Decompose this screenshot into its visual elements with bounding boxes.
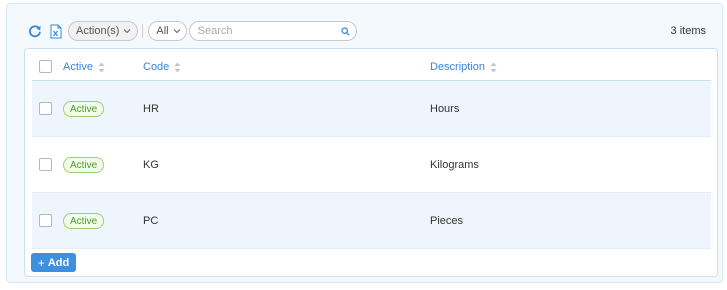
column-header-label: Code — [143, 61, 170, 73]
description-cell: Kilograms — [430, 159, 479, 171]
sort-icon — [490, 62, 497, 73]
row-checkbox[interactable] — [39, 214, 52, 227]
units-panel: Action(s) All 3 items Active — [6, 3, 723, 283]
sort-icon — [174, 62, 181, 73]
code-cell: KG — [143, 159, 159, 171]
table-row[interactable]: Active HR Hours — [32, 81, 711, 137]
select-all-checkbox[interactable] — [39, 60, 52, 73]
filter-select[interactable]: All — [148, 21, 187, 41]
add-label: Add — [47, 256, 70, 269]
toolbar-divider — [142, 24, 144, 38]
refresh-icon[interactable] — [27, 23, 43, 39]
column-header-code[interactable]: Code — [143, 53, 181, 81]
active-cell: Active — [63, 193, 105, 249]
row-checkbox[interactable] — [39, 102, 52, 115]
code-cell: HR — [143, 103, 159, 115]
status-badge: Active — [63, 101, 105, 117]
actions-label: Action(s) — [76, 25, 120, 37]
filter-value: All — [156, 25, 169, 37]
table-row[interactable]: Active PC Pieces — [32, 193, 711, 249]
toolbar: Action(s) All 3 items — [27, 20, 706, 42]
column-header-label: Description — [430, 61, 486, 73]
code-cell: PC — [143, 215, 159, 227]
search-input[interactable] — [197, 25, 341, 37]
chevron-down-icon — [123, 28, 131, 34]
sort-icon — [98, 62, 105, 73]
column-header-description[interactable]: Description — [430, 53, 497, 81]
description-cell: Hours — [430, 103, 460, 115]
status-badge: Active — [63, 157, 105, 173]
column-header-label: Active — [63, 61, 93, 73]
chevron-down-icon — [173, 28, 181, 34]
table-header: Active Code Description — [32, 53, 711, 81]
description-cell: Pieces — [430, 215, 464, 227]
column-header-active[interactable]: Active — [63, 53, 105, 81]
table-row[interactable]: Active KG Kilograms — [32, 137, 711, 193]
search-box — [188, 21, 357, 41]
status-badge: Active — [63, 213, 105, 229]
active-cell: Active — [63, 137, 105, 193]
row-checkbox[interactable] — [39, 158, 52, 171]
data-table: Active Code Description Active HR Hours … — [24, 48, 718, 277]
search-icon[interactable] — [341, 26, 350, 36]
item-count: 3 items — [670, 25, 706, 37]
add-button[interactable]: + Add — [31, 253, 76, 272]
actions-dropdown[interactable]: Action(s) — [68, 21, 139, 41]
plus-icon: + — [37, 255, 45, 270]
excel-export-icon[interactable] — [48, 23, 64, 39]
active-cell: Active — [63, 81, 105, 137]
